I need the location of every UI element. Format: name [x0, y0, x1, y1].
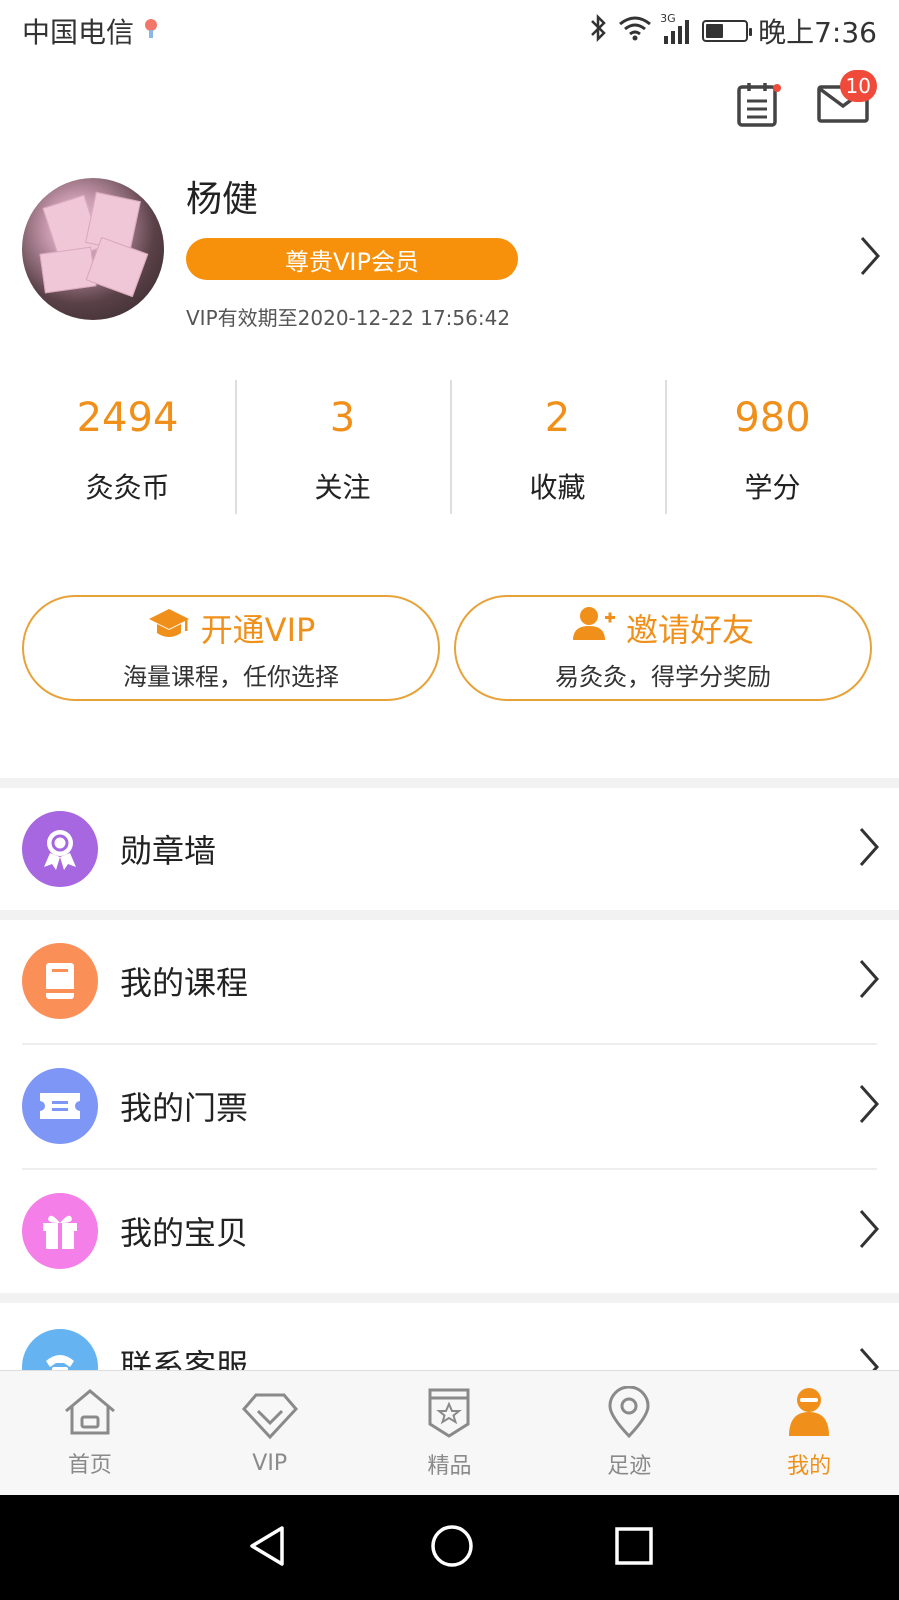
chevron-right-icon — [857, 1082, 881, 1130]
menu-item-medals[interactable]: 勋章墙 — [0, 788, 899, 910]
tab-label: 足迹 — [607, 1454, 652, 1479]
carrier-label: 中国电信 — [22, 16, 135, 49]
tab-footprints[interactable]: 足迹 — [539, 1371, 719, 1495]
avatar[interactable] — [22, 178, 164, 320]
menu-label: 我的门票 — [120, 1089, 249, 1127]
ticket-icon — [22, 1068, 98, 1144]
stat-credits[interactable]: 980 学分 — [665, 378, 880, 518]
mail-badge: 10 — [839, 70, 877, 102]
network-type: 3G — [660, 12, 676, 25]
wifi-icon — [618, 15, 652, 48]
stat-value: 2494 — [76, 395, 179, 441]
stat-label: 学分 — [744, 471, 801, 504]
menu-item-my-treasures[interactable]: 我的宝贝 — [0, 1170, 899, 1292]
stat-label: 关注 — [314, 471, 371, 504]
tab-label: 我的 — [787, 1454, 832, 1479]
stat-label: 灸灸币 — [85, 471, 170, 504]
diamond-icon — [241, 1391, 298, 1445]
bluetooth-icon — [588, 13, 608, 50]
stat-value: 2 — [544, 395, 571, 441]
open-vip-subtitle: 海量课程，任你选择 — [123, 662, 339, 691]
bottom-tab-bar: 首页 VIP 精品 足迹 我的 — [0, 1370, 899, 1495]
mail-button[interactable]: 10 — [817, 70, 877, 132]
vip-badge: 尊贵VIP会员 — [186, 238, 518, 280]
chevron-right-icon — [857, 957, 881, 1005]
system-nav-bar — [0, 1495, 899, 1600]
tab-vip[interactable]: VIP — [180, 1371, 360, 1495]
stats-row: 2494 灸灸币 3 关注 2 收藏 980 学分 — [20, 378, 880, 518]
book-icon — [22, 943, 98, 1019]
location-pin-icon — [142, 15, 160, 48]
invite-friends-subtitle: 易灸灸，得学分奖励 — [555, 662, 771, 691]
home-icon — [62, 1387, 118, 1441]
menu-label: 联系客服 — [120, 1347, 249, 1370]
back-icon[interactable] — [246, 1524, 290, 1572]
profile-info: 杨健 尊贵VIP会员 VIP有效期至2020-12-22 17:56:42 — [186, 178, 882, 338]
section-separator — [0, 1293, 899, 1303]
medal-icon — [22, 811, 98, 887]
menu-label: 我的课程 — [120, 964, 249, 1002]
open-vip-title: 开通VIP — [200, 610, 316, 649]
chevron-right-icon — [857, 1345, 881, 1370]
stat-value: 980 — [734, 395, 811, 441]
star-badge-icon — [424, 1386, 474, 1442]
vip-expire-text: VIP有效期至2020-12-22 17:56:42 — [186, 306, 511, 330]
signal-icon: 3G — [660, 12, 692, 44]
stat-favorites[interactable]: 2 收藏 — [450, 378, 665, 518]
gift-icon — [22, 1193, 98, 1269]
menu-item-my-tickets[interactable]: 我的门票 — [0, 1045, 899, 1167]
graduation-cap-icon — [147, 607, 191, 649]
recents-icon[interactable] — [614, 1526, 654, 1570]
menu-label: 勋章墙 — [120, 832, 217, 870]
phone-icon — [22, 1329, 98, 1370]
menu-item-my-courses[interactable]: 我的课程 — [0, 920, 899, 1042]
user-icon — [786, 1386, 832, 1442]
invite-friends-title: 邀请好友 — [625, 610, 754, 649]
invite-friends-button[interactable]: 邀请好友 易灸灸，得学分奖励 — [454, 595, 872, 701]
tab-mine[interactable]: 我的 — [719, 1371, 899, 1495]
action-buttons: 开通VIP 海量课程，任你选择 邀请好友 易灸灸，得学分奖励 — [22, 595, 872, 701]
user-name: 杨健 — [186, 179, 259, 220]
section-separator — [0, 910, 899, 920]
location-icon — [606, 1385, 652, 1442]
stat-value: 3 — [329, 395, 356, 441]
stat-following[interactable]: 3 关注 — [235, 378, 450, 518]
header-actions: 10 — [731, 70, 877, 132]
battery-icon — [702, 20, 753, 42]
notes-unread-dot — [773, 84, 781, 92]
menu-item-contact-support[interactable]: 联系客服 — [0, 1303, 899, 1370]
open-vip-button[interactable]: 开通VIP 海量课程，任你选择 — [22, 595, 440, 701]
home-circle-icon[interactable] — [430, 1524, 474, 1572]
tab-label: 首页 — [67, 1453, 112, 1478]
chevron-right-icon — [857, 825, 881, 873]
tab-home[interactable]: 首页 — [0, 1371, 180, 1495]
clock: 晚上7:36 — [758, 16, 877, 49]
section-separator — [0, 778, 899, 788]
tab-label: 精品 — [427, 1454, 472, 1479]
chevron-right-icon[interactable] — [858, 234, 882, 282]
stat-label: 收藏 — [529, 471, 586, 504]
tab-label: VIP — [252, 1450, 288, 1476]
add-user-icon — [572, 606, 616, 650]
status-bar: 中国电信 3G 晚上7:36 — [0, 0, 899, 62]
menu-label: 我的宝贝 — [120, 1214, 249, 1252]
tab-featured[interactable]: 精品 — [360, 1371, 540, 1495]
chevron-right-icon — [857, 1207, 881, 1255]
profile-card[interactable]: 杨健 尊贵VIP会员 VIP有效期至2020-12-22 17:56:42 — [22, 178, 882, 338]
notes-button[interactable] — [731, 80, 783, 132]
stat-coins[interactable]: 2494 灸灸币 — [20, 378, 235, 518]
